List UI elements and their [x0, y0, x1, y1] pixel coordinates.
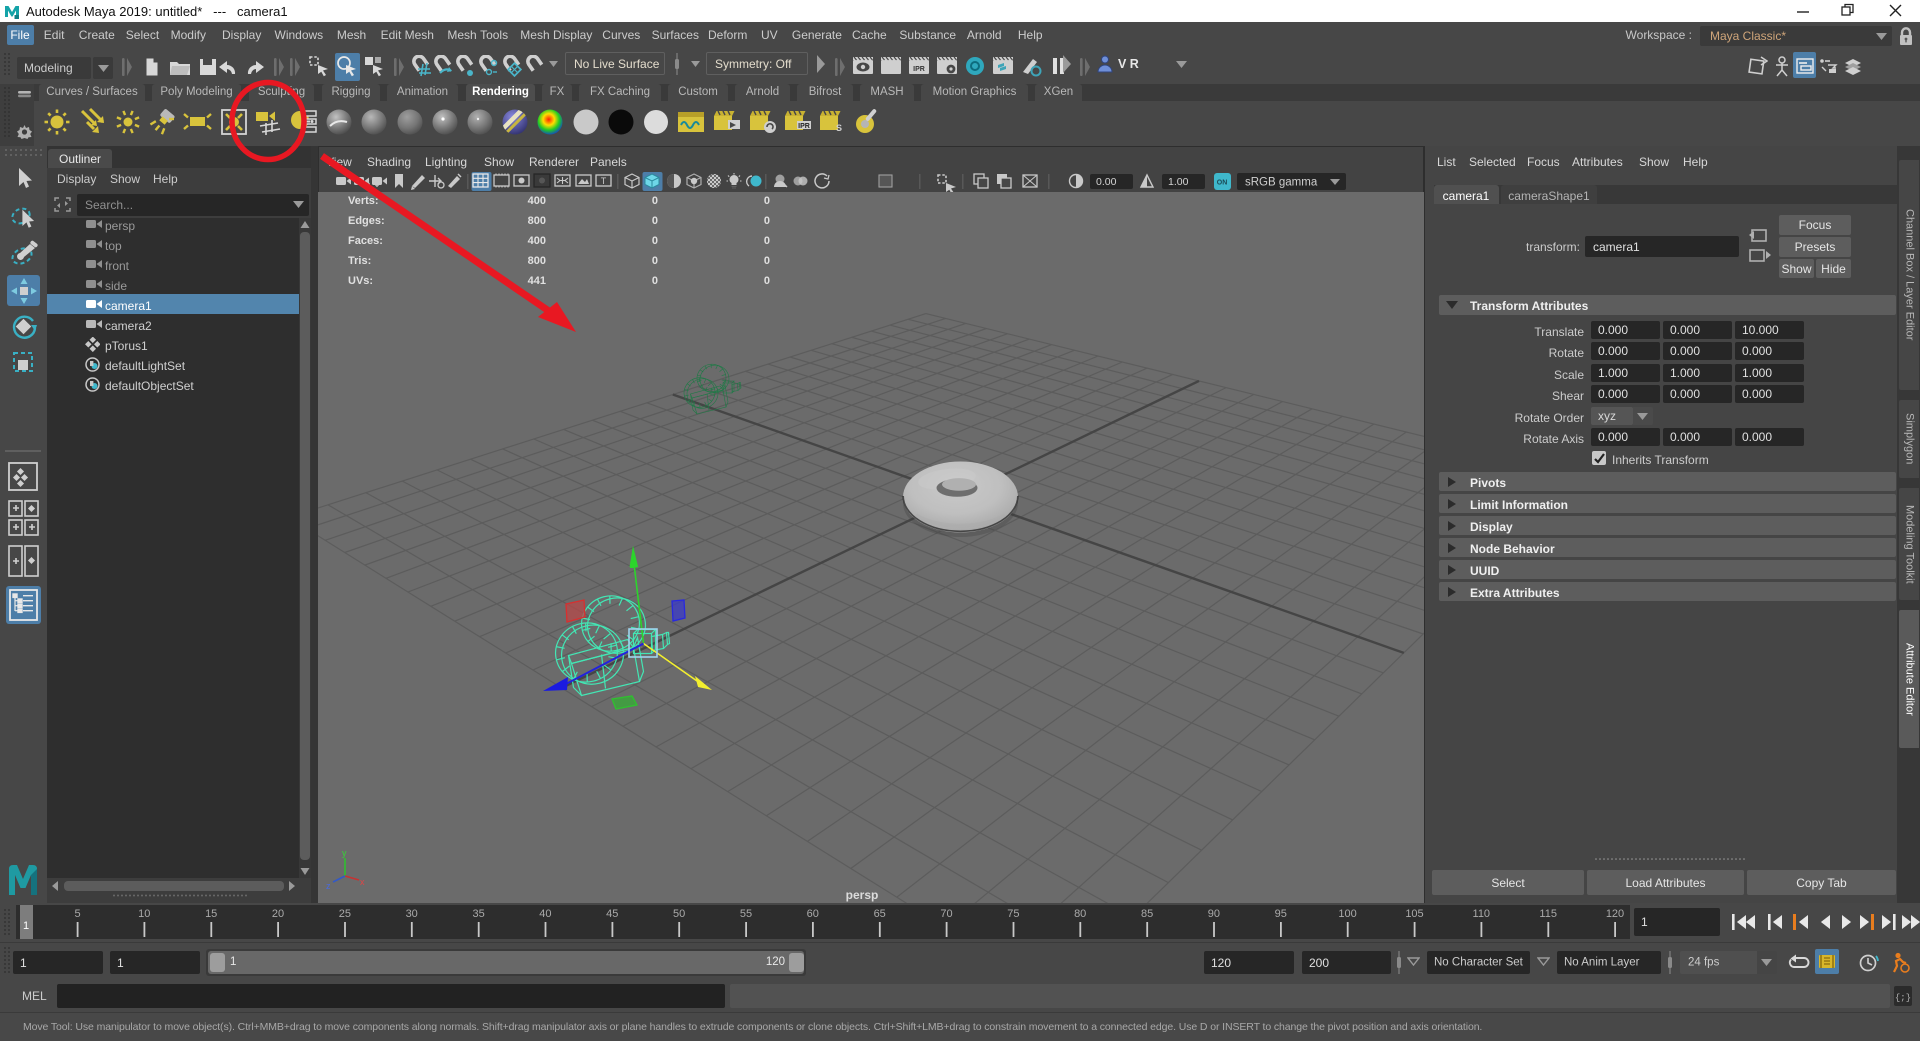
svg-text:85: 85 [1141, 908, 1153, 920]
svg-text:T: T [601, 176, 607, 186]
svg-text:x: x [360, 877, 365, 887]
svg-text:105: 105 [1405, 908, 1423, 920]
svg-text:115: 115 [1539, 908, 1557, 920]
svg-text:S: S [836, 123, 842, 133]
svg-text:75: 75 [1007, 908, 1019, 920]
svg-text:80: 80 [1074, 908, 1086, 920]
svg-text:120: 120 [1606, 908, 1624, 920]
svg-text:IPR: IPR [913, 66, 925, 73]
svg-text:20: 20 [272, 908, 284, 920]
svg-text:100: 100 [1338, 908, 1356, 920]
svg-text:95: 95 [1275, 908, 1287, 920]
svg-text:ON: ON [1217, 180, 1228, 187]
svg-text:z: z [326, 881, 331, 891]
svg-text:70: 70 [940, 908, 952, 920]
svg-text:0.00: 0.00 [1096, 176, 1117, 188]
svg-text:10: 10 [138, 908, 150, 920]
svg-text:5: 5 [74, 908, 80, 920]
svg-text:50: 50 [673, 908, 685, 920]
svg-text:55: 55 [740, 908, 752, 920]
svg-text:40: 40 [539, 908, 551, 920]
svg-text:sRGB gamma: sRGB gamma [1245, 177, 1318, 189]
svg-text:15: 15 [205, 908, 217, 920]
svg-text:35: 35 [472, 908, 484, 920]
svg-text:90: 90 [1208, 908, 1220, 920]
svg-text:{;}: {;} [1895, 993, 1911, 1003]
svg-text:1: 1 [23, 920, 29, 932]
svg-text:persp: persp [846, 888, 879, 902]
svg-text:110: 110 [1473, 908, 1491, 920]
svg-text:45: 45 [606, 908, 618, 920]
svg-text:25: 25 [339, 908, 351, 920]
svg-text:30: 30 [406, 908, 418, 920]
svg-text:y: y [342, 848, 347, 858]
svg-text:1.00: 1.00 [1168, 176, 1189, 188]
svg-text:65: 65 [874, 908, 886, 920]
svg-text:IPR: IPR [798, 123, 810, 130]
svg-text:60: 60 [807, 908, 819, 920]
